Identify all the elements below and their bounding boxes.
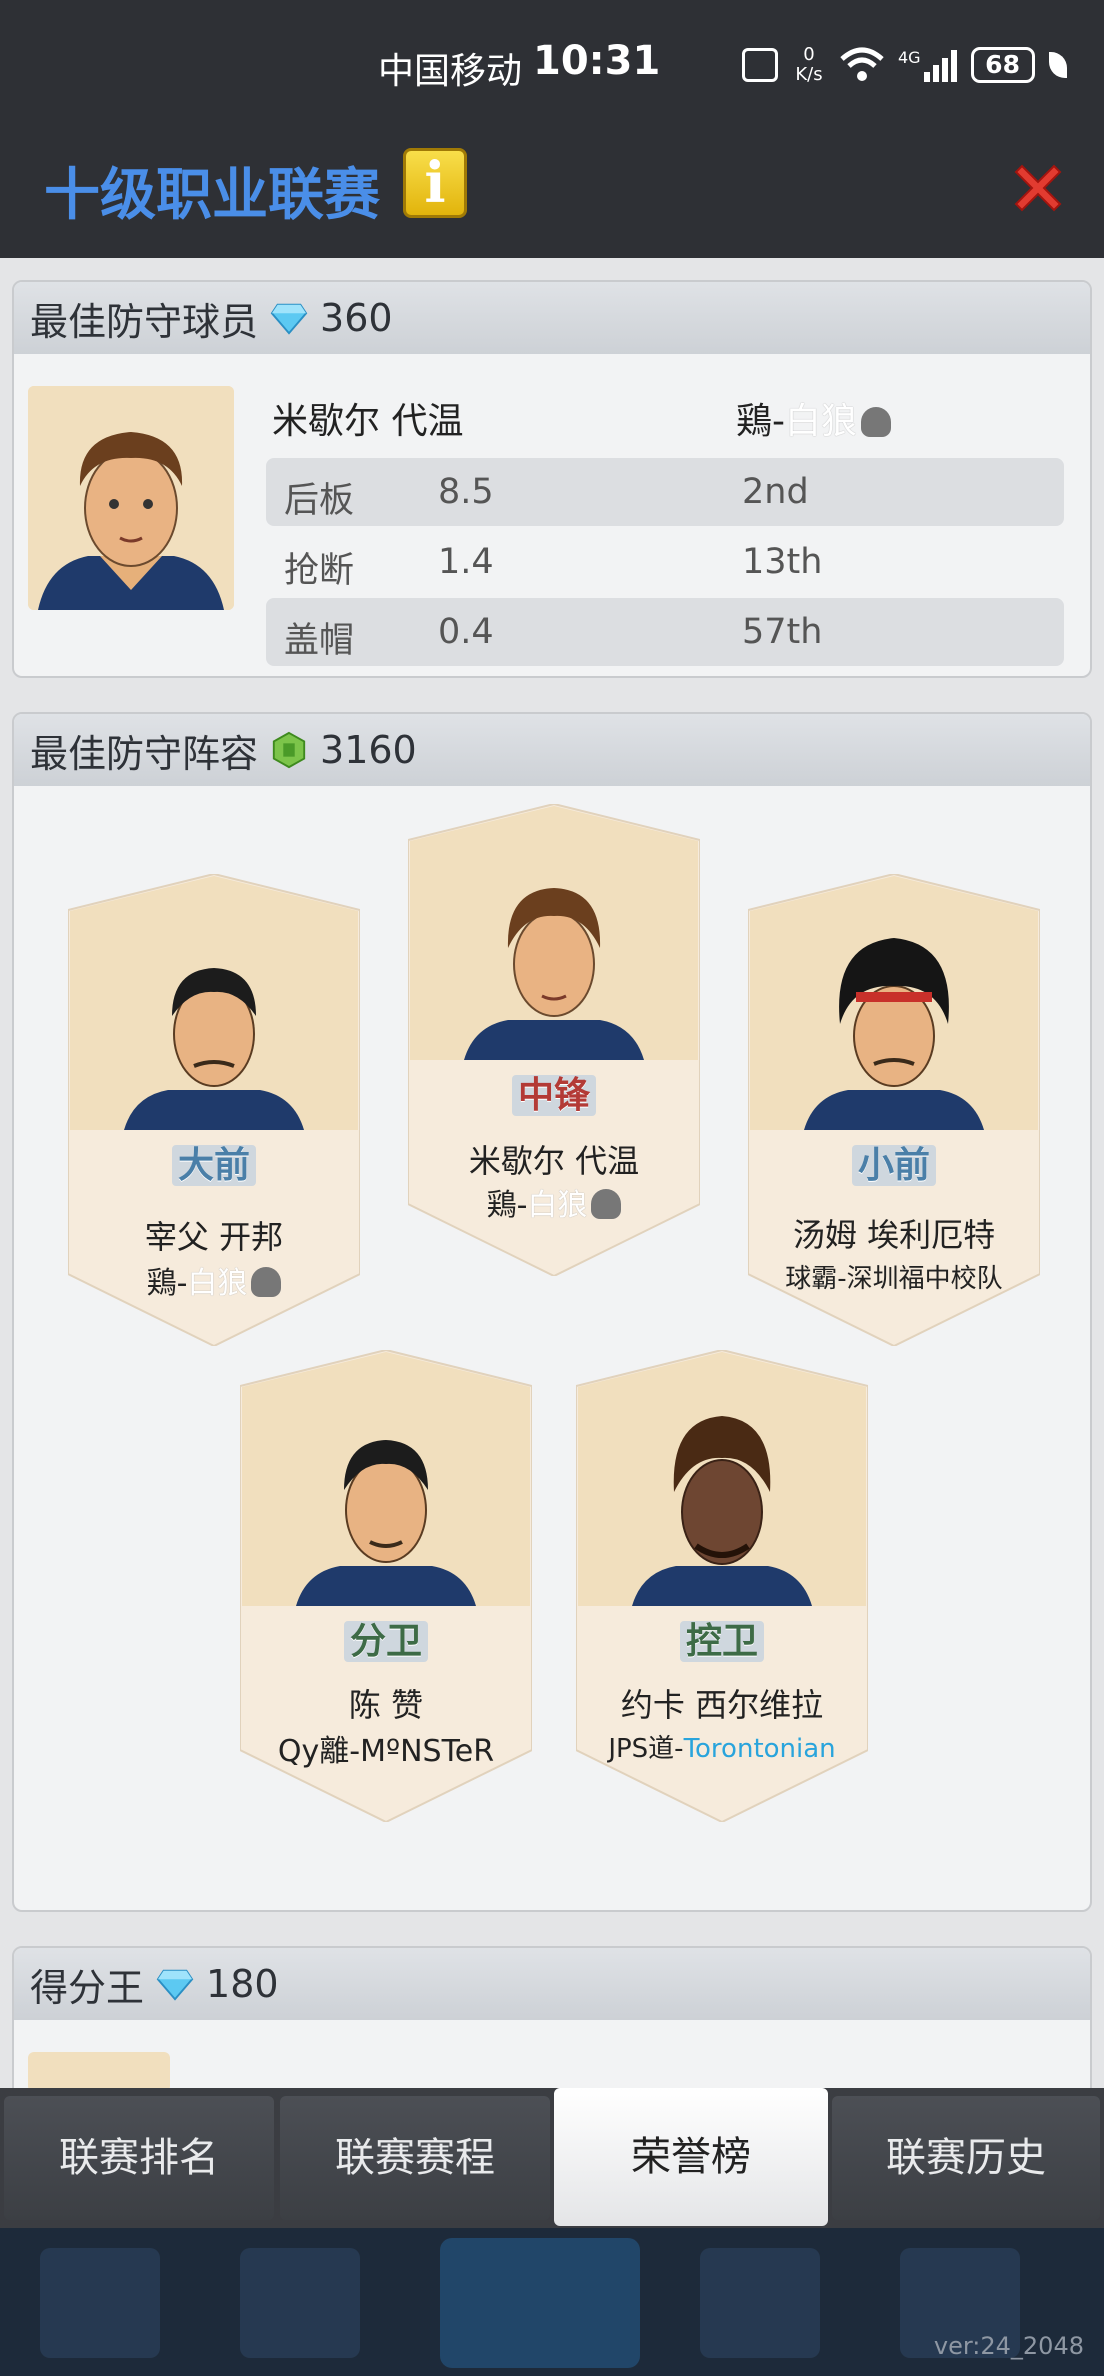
diamond-icon [156,1969,194,2001]
team-name: 白狼 [527,1188,588,1223]
panel-title: 得分王 [30,1965,145,2010]
card-player-name: 陈 赞 [348,1686,424,1724]
status-icons: 0 K/s 4G 68 [742,40,1067,90]
stat-label: 后板 [284,481,355,521]
stat-label: 盖帽 [284,621,355,661]
team-name: Torontonian [683,1734,836,1764]
tab-league-schedule[interactable]: 联赛赛程 [280,2096,550,2220]
nav-slot-icon [240,2248,360,2358]
player-portrait[interactable] [28,2052,170,2088]
tab-league-history[interactable]: 联赛历史 [832,2096,1100,2220]
stat-row: 抢断 1.4 13th [266,528,1064,596]
best-defender-panel: 最佳防守球员 360 米歇尔 代温 鶏-白狼 后板 8.5 2nd 抢断 1.4… [12,280,1092,678]
badge-icon [272,731,306,769]
stat-row: 后板 8.5 2nd [266,458,1064,526]
battery-indicator: 68 [970,47,1035,83]
info-button[interactable]: i [403,148,467,218]
net-speed-unit: K/s [795,64,823,85]
position-label: 中锋 [511,1075,596,1116]
position-label: 大前 [171,1145,256,1186]
net-speed-value: 0 [803,44,815,65]
nav-slot-icon [40,2248,160,2358]
honor-content[interactable]: 最佳防守球员 360 米歇尔 代温 鶏-白狼 后板 8.5 2nd 抢断 1.4… [0,258,1104,2088]
team-name: 白狼 [785,401,858,442]
tab-bar: 联赛排名 联赛赛程 荣誉榜 联赛历史 [0,2088,1104,2228]
card-team: 鶏-白狼 [68,1258,360,1302]
status-bar: 中国移动 10:31 0 K/s 4G 68 [0,0,1104,122]
card-team: JPS道-Torontonian [576,1728,868,1765]
team-prefix: 鶏- [736,401,785,442]
network-type: 4G [898,48,921,67]
team-prefix: 鶏- [486,1188,528,1223]
player-name: 米歇尔 代温 [272,401,464,442]
wolf-icon [591,1189,622,1219]
position-label: 控卫 [679,1621,764,1662]
card-player-name: 约卡 西尔维拉 [620,1686,824,1724]
version-label: ver:24_2048 [933,2332,1084,2360]
stat-rank: 2nd [742,472,809,512]
card-player-name: 宰父 开邦 [144,1218,284,1256]
lineup-card-point-guard[interactable]: 控卫 约卡 西尔维拉 JPS道-Torontonian [576,1350,868,1822]
card-team: 鶏-白狼 [408,1180,700,1224]
team-prefix: 鶏- [146,1266,188,1301]
nav-slot-icon [700,2248,820,2358]
wolf-icon [251,1267,282,1297]
position-label: 小前 [851,1145,936,1186]
tab-honor-roll[interactable]: 荣誉榜 [554,2088,828,2226]
reward-value: 3160 [320,728,417,772]
stat-label: 抢断 [284,551,355,591]
team-prefix: JPS道- [608,1734,684,1764]
player-team: 鶏-白狼 [736,392,892,444]
card-player-name: 米歇尔 代温 [468,1142,640,1180]
vibrate-icon [742,48,778,82]
panel-title: 最佳防守球员 [30,299,259,344]
player-avatar [28,386,234,610]
lineup-card-power-forward[interactable]: 大前 宰父 开邦 鶏-白狼 [68,874,360,1346]
tab-league-ranking[interactable]: 联赛排名 [4,2096,274,2220]
diamond-icon [270,303,308,335]
stat-row: 盖帽 0.4 57th [266,598,1064,666]
panel-title: 最佳防守阵容 [30,731,259,776]
player-portrait[interactable] [28,386,234,610]
position-label: 分卫 [343,1621,428,1662]
stat-value: 1.4 [438,542,494,582]
reward-value: 360 [320,296,393,340]
panel-header: 最佳防守阵容 3160 [14,714,1090,786]
scoring-leader-panel: 得分王 180 [12,1946,1092,2088]
stat-value: 0.4 [438,612,494,652]
cell-signal-icon: 4G [898,48,957,82]
card-team: 球霸-深圳福中校队 [785,1264,1003,1294]
lineup-card-small-forward[interactable]: 小前 汤姆 埃利厄特 球霸-深圳福中校队 [748,874,1040,1346]
wolf-icon [861,407,892,437]
stat-rank: 13th [742,542,823,582]
net-speed: 0 K/s [792,45,826,85]
lineup-card-shooting-guard[interactable]: 分卫 陈 赞 Qy離-MºNSTeR [240,1350,532,1822]
panel-header: 最佳防守球员 360 [14,282,1090,354]
reward-value: 180 [206,1962,279,2006]
team-name: 白狼 [187,1266,248,1301]
carrier-label: 中国移动 [378,51,523,92]
nav-slot-icon [440,2238,640,2368]
stat-rank: 57th [742,612,823,652]
close-icon[interactable] [1010,160,1066,216]
clock: 10:31 [533,38,661,84]
lineup-card-center[interactable]: 中锋 米歇尔 代温 鶏-白狼 [408,804,700,1276]
page-title: 十级职业联赛 [44,163,380,228]
wifi-icon [840,47,884,81]
stat-value: 8.5 [438,472,494,512]
panel-header: 得分王 180 [14,1948,1090,2020]
leaf-icon [1048,52,1067,78]
card-player-name: 汤姆 埃利厄特 [792,1216,996,1254]
best-lineup-panel: 最佳防守阵容 3160 大前 宰父 开邦 鶏-白狼 中锋 米歇尔 代温 鶏-白狼… [12,712,1092,1912]
card-team: Qy離-MºNSTeR [277,1734,495,1769]
